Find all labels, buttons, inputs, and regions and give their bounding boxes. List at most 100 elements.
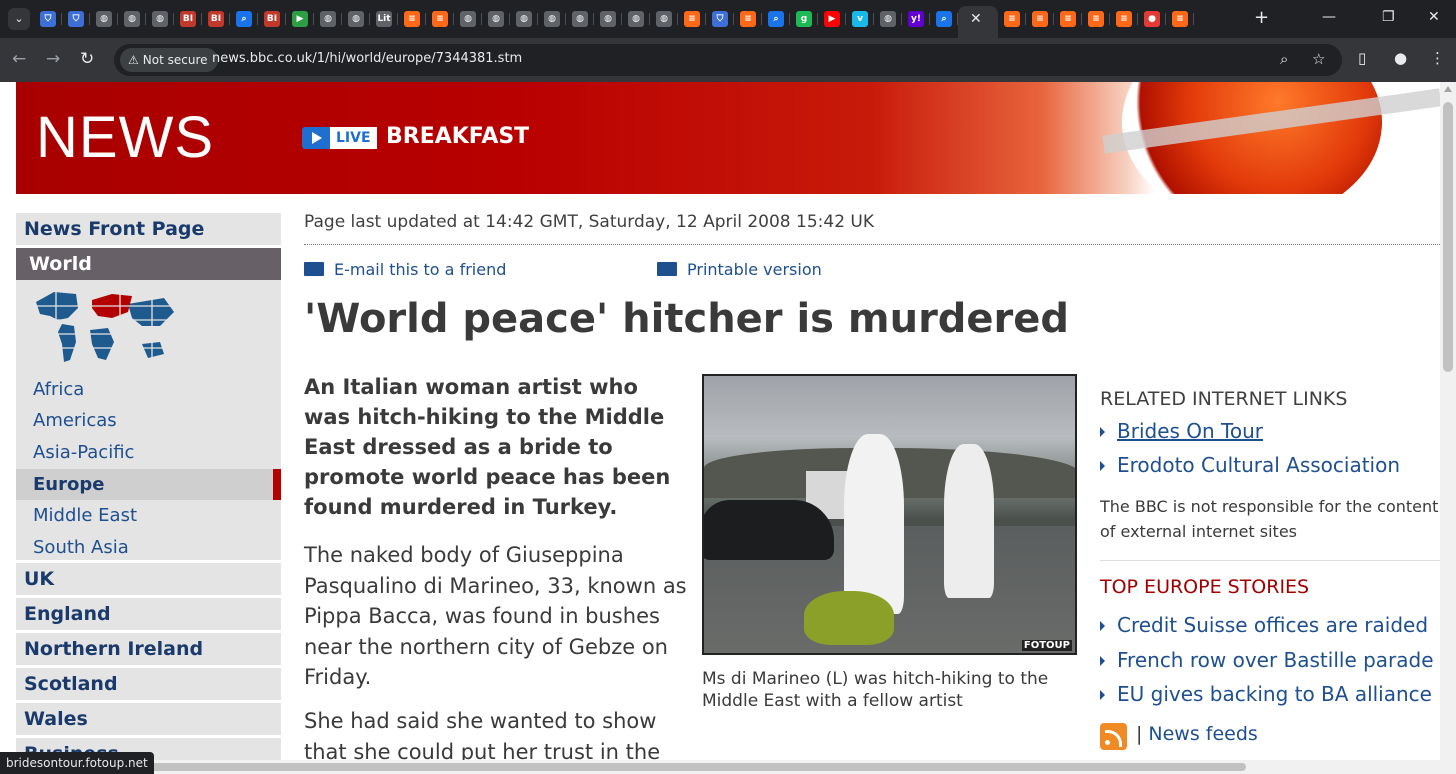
browser-tab[interactable]: ◍	[342, 6, 370, 32]
substack-icon: ≡	[404, 11, 420, 27]
top-story-link[interactable]: French row over Bastille parade	[1100, 648, 1434, 672]
browser-tab[interactable]: ◍	[314, 6, 342, 32]
nav-front-page[interactable]: News Front Page	[16, 213, 281, 245]
browser-tab[interactable]: ≡	[998, 6, 1026, 32]
tab-search-button[interactable]: ⌄	[8, 8, 30, 30]
browser-tab[interactable]: ≡	[1110, 6, 1138, 32]
close-tab-icon[interactable]: ✕	[970, 11, 982, 27]
substack-icon: ≡	[1032, 11, 1048, 27]
browser-tab[interactable]: ≡	[1054, 6, 1082, 32]
new-tab-button[interactable]: +	[1254, 8, 1269, 28]
nav-americas[interactable]: Americas	[16, 405, 281, 436]
browser-tab[interactable]: ◍	[146, 6, 174, 32]
bookmark-star-icon[interactable]: ☆	[1312, 50, 1325, 68]
browser-tab[interactable]: ⛉	[706, 6, 734, 32]
news-logo[interactable]: NEWS	[36, 104, 214, 171]
printable-version-link[interactable]: Printable version	[657, 260, 822, 279]
browser-tab[interactable]: ≡	[1082, 6, 1110, 32]
nav-scotland[interactable]: Scotland	[16, 668, 281, 700]
restore-icon[interactable]: ❐	[1382, 9, 1395, 25]
nav-asia-pacific[interactable]: Asia-Pacific	[16, 437, 281, 468]
browser-tab[interactable]: ≡	[426, 6, 454, 32]
browser-tab[interactable]: ≡	[398, 6, 426, 32]
browser-tab[interactable]: ≡	[1026, 6, 1054, 32]
bbc-news-banner[interactable]: NEWS LIVE BREAKFAST	[16, 82, 1440, 194]
globe-icon: ◍	[96, 11, 112, 27]
top-story-link[interactable]: Credit Suisse offices are raided	[1100, 613, 1428, 637]
printer-icon	[657, 262, 677, 276]
rss-icon[interactable]	[1100, 723, 1127, 750]
vertical-scrollbar[interactable]	[1440, 82, 1456, 774]
browser-tab[interactable]: ◍	[510, 6, 538, 32]
related-link[interactable]: Erodoto Cultural Association	[1100, 453, 1400, 477]
browser-tab[interactable]: ◍	[90, 6, 118, 32]
browser-tab[interactable]: ▶	[286, 6, 314, 32]
reload-icon[interactable]: ↻	[80, 49, 94, 69]
browser-tab[interactable]: ◍	[538, 6, 566, 32]
browser-tab[interactable]: BI	[202, 6, 230, 32]
side-panel-icon[interactable]: ▯	[1358, 49, 1366, 67]
close-window-icon[interactable]: ✕	[1428, 9, 1440, 25]
browser-tab[interactable]: ⛉	[62, 6, 90, 32]
menu-kebab-icon[interactable]: ⋮	[1430, 49, 1445, 67]
forward-icon[interactable]: →	[46, 49, 60, 69]
scroll-up-icon[interactable]	[1444, 86, 1452, 92]
browser-tab[interactable]: ◍	[650, 6, 678, 32]
browser-tab[interactable]: ⛉	[34, 6, 62, 32]
email-friend-link[interactable]: E-mail this to a friend	[304, 260, 506, 279]
browser-tab[interactable]: ◍	[622, 6, 650, 32]
nav-world[interactable]: World	[16, 248, 281, 280]
nav-middle-east[interactable]: Middle East	[16, 500, 281, 531]
browser-tab[interactable]: ◍	[482, 6, 510, 32]
site-info-button[interactable]: ⚠ Not secure	[120, 48, 218, 72]
live-badge[interactable]: LIVE	[302, 127, 377, 149]
browser-tab[interactable]: ◍	[118, 6, 146, 32]
nav-england[interactable]: England	[16, 598, 281, 630]
address-bar[interactable]: ⚠ Not secure news.bbc.co.uk/1/hi/world/eu…	[114, 44, 1342, 76]
browser-tab[interactable]: g	[790, 6, 818, 32]
minimize-icon[interactable]: —	[1322, 9, 1336, 25]
globe-graphic	[1102, 82, 1440, 194]
url-text[interactable]: news.bbc.co.uk/1/hi/world/europe/7344381…	[212, 51, 522, 66]
browser-tab[interactable]: ◍	[874, 6, 902, 32]
browser-tab[interactable]: ◍	[454, 6, 482, 32]
substack-icon: ≡	[1172, 11, 1188, 27]
browser-tab[interactable]: BI	[258, 6, 286, 32]
browser-tab[interactable]: ⌕	[230, 6, 258, 32]
browser-tab[interactable]: BI	[174, 6, 202, 32]
printable-version-label: Printable version	[687, 260, 822, 279]
back-icon[interactable]: ←	[12, 49, 26, 69]
news-feeds-link[interactable]: | News feeds	[1136, 723, 1258, 745]
browser-tab[interactable]: ⌕	[930, 6, 958, 32]
zoom-icon[interactable]: ⌕	[1280, 50, 1288, 68]
scroll-thumb[interactable]	[1443, 102, 1453, 372]
browser-tab[interactable]: ≡	[734, 6, 762, 32]
nav-wales[interactable]: Wales	[16, 703, 281, 735]
nav-south-asia[interactable]: South Asia	[16, 532, 281, 563]
news-feeds-label: News feeds	[1148, 723, 1258, 745]
active-tab[interactable]: ✕	[958, 6, 998, 38]
browser-tab[interactable]: ◍	[594, 6, 622, 32]
browser-tab[interactable]: Lit	[370, 6, 398, 32]
browser-tab[interactable]: y!	[902, 6, 930, 32]
nav-africa[interactable]: Africa	[16, 374, 281, 405]
arrow-icon	[1100, 656, 1105, 666]
horizontal-scrollbar[interactable]	[0, 760, 1440, 774]
scroll-thumb[interactable]	[14, 763, 1246, 771]
related-link[interactable]: Brides On Tour	[1100, 419, 1263, 443]
top-story-link[interactable]: EU gives backing to BA alliance	[1100, 682, 1432, 706]
browser-tab[interactable]: v	[846, 6, 874, 32]
browser-tab[interactable]: ▶	[818, 6, 846, 32]
profile-icon[interactable]: ●	[1394, 49, 1407, 67]
nav-northern-ireland[interactable]: Northern Ireland	[16, 633, 281, 665]
browser-tab[interactable]: ≡	[1166, 6, 1194, 32]
browser-tab[interactable]: ⌕	[762, 6, 790, 32]
browser-tab[interactable]: ●	[1138, 6, 1166, 32]
browser-tab[interactable]: ◍	[566, 6, 594, 32]
substack-icon: ≡	[432, 11, 448, 27]
programme-title[interactable]: BREAKFAST	[386, 124, 529, 149]
nav-europe[interactable]: Europe	[16, 469, 281, 500]
browser-toolbar: ← → ↻ ⚠ Not secure news.bbc.co.uk/1/hi/wo…	[0, 38, 1456, 82]
nav-uk[interactable]: UK	[16, 563, 281, 595]
browser-tab[interactable]: ≡	[678, 6, 706, 32]
